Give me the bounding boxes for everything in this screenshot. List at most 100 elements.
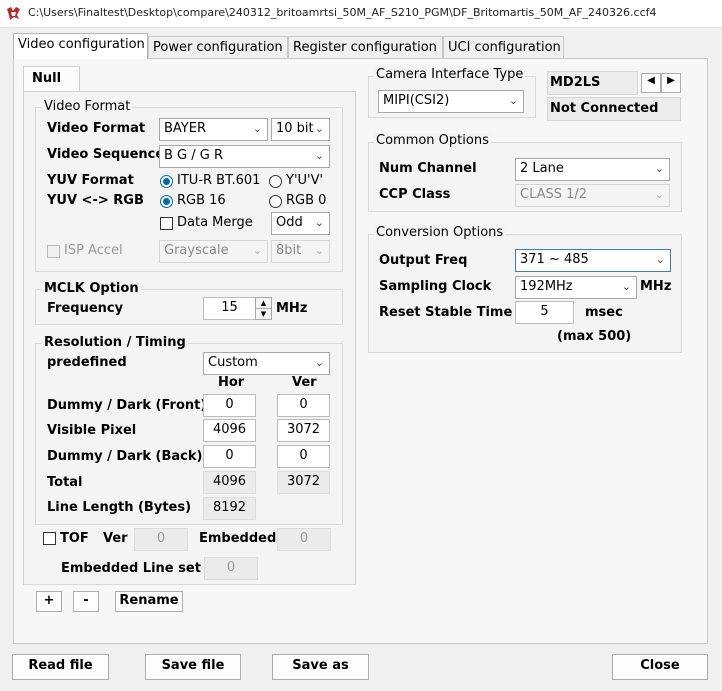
tof-ver-label: Ver	[103, 531, 128, 546]
yuv-rgb-label: YUV <-> RGB	[47, 193, 144, 208]
dummy-front-ver-input[interactable]: 0	[277, 394, 330, 417]
ver-header: Ver	[292, 375, 317, 390]
tab-video-configuration[interactable]: Video configuration	[13, 33, 148, 59]
chevron-down-icon: ⌄	[508, 94, 518, 107]
sampling-clock-select[interactable]: 192MHz ⌄	[515, 276, 637, 299]
total-ver-value: 3072	[277, 471, 330, 494]
line-length-value: 8192	[203, 497, 256, 520]
merge-select[interactable]: Odd ⌄	[271, 212, 330, 235]
subtab-null[interactable]: Null	[23, 66, 80, 91]
visible-pixel-ver-input[interactable]: 3072	[277, 419, 330, 442]
chevron-down-icon: ⌄	[314, 356, 324, 369]
radio-yuv-prime-label: Y'U'V'	[286, 173, 324, 188]
total-label: Total	[47, 475, 83, 490]
window-title: C:\Users\Finaltest\Desktop\compare\24031…	[28, 6, 657, 19]
read-file-button[interactable]: Read file	[12, 654, 109, 680]
predefined-label: predefined	[47, 355, 127, 370]
embedded-value: 0	[277, 528, 331, 551]
tof-label: TOF	[60, 531, 89, 546]
frequency-spinner[interactable]: ▲ ▼	[255, 297, 272, 320]
ccp-class-label: CCP Class	[379, 187, 451, 202]
common-options-group-label: Common Options	[374, 133, 491, 148]
chevron-down-icon: ⌄	[314, 122, 324, 135]
frequency-input[interactable]: 15	[203, 297, 256, 320]
chevron-down-icon: ⌄	[654, 188, 664, 201]
chevron-down-icon: ⌄	[314, 149, 324, 162]
chevron-down-icon: ⌄	[314, 216, 324, 229]
reset-stable-time-input[interactable]: 5	[515, 301, 574, 324]
output-freq-label: Output Freq	[379, 253, 468, 268]
radio-rgb0-label: RGB 0	[286, 193, 327, 208]
radio-yuv-prime[interactable]	[269, 175, 282, 188]
reset-stable-time-label: Reset Stable Time	[379, 305, 513, 320]
embedded-line-set-label: Embedded Line set	[61, 561, 201, 576]
frequency-label: Frequency	[47, 301, 124, 316]
dummy-back-ver-input[interactable]: 0	[277, 445, 330, 468]
chevron-down-icon: ⌄	[654, 162, 664, 175]
video-format-select[interactable]: BAYER ⌄	[159, 118, 268, 141]
next-device-button[interactable]: ▶	[661, 73, 681, 93]
embedded-label: Embedded	[199, 531, 277, 546]
tab-register-configuration[interactable]: Register configuration	[288, 36, 443, 58]
radio-rgb16-label: RGB 16	[177, 193, 226, 208]
embedded-line-set-value: 0	[204, 557, 258, 580]
radio-rgb16[interactable]	[160, 195, 173, 208]
mclk-group-label: MCLK Option	[42, 281, 141, 296]
arrow-right-icon: ▶	[667, 75, 675, 86]
radio-itu-bt601-label: ITU-R BT.601	[177, 173, 261, 188]
isp-mode-select[interactable]: Grayscale ⌄	[159, 240, 268, 263]
line-length-label: Line Length (Bytes)	[47, 500, 192, 515]
radio-itu-bt601[interactable]	[160, 175, 173, 188]
data-merge-checkbox[interactable]	[160, 217, 173, 230]
bit-depth-select[interactable]: 10 bit ⌄	[271, 118, 330, 141]
close-button[interactable]: Close	[612, 654, 708, 680]
video-sequence-label: Video Sequence	[47, 147, 165, 162]
rename-button[interactable]: Rename	[115, 591, 183, 612]
video-sequence-select[interactable]: B G / G R ⌄	[159, 145, 330, 168]
yuv-format-label: YUV Format	[47, 173, 134, 188]
chevron-down-icon: ⌄	[655, 253, 665, 266]
chevron-down-icon: ⌄	[621, 280, 631, 293]
isp-bits-select[interactable]: 8bit ⌄	[271, 240, 330, 263]
tab-uci-configuration[interactable]: UCI configuration	[443, 36, 564, 58]
spin-down-icon[interactable]: ▼	[256, 309, 271, 320]
tof-checkbox[interactable]	[43, 532, 56, 545]
num-channel-label: Num Channel	[379, 161, 477, 176]
radio-rgb0[interactable]	[269, 195, 282, 208]
hor-header: Hor	[218, 375, 245, 390]
data-merge-label: Data Merge	[177, 215, 253, 230]
predefined-select[interactable]: Custom ⌄	[203, 352, 330, 375]
isp-accel-label: ISP Accel	[64, 243, 123, 258]
connection-status: Not Connected	[547, 97, 681, 121]
add-button[interactable]: +	[36, 591, 62, 612]
visible-pixel-hor-input[interactable]: 4096	[203, 419, 256, 442]
chevron-down-icon: ⌄	[252, 122, 262, 135]
spin-up-icon[interactable]: ▲	[256, 298, 271, 309]
dummy-back-hor-input[interactable]: 0	[203, 445, 256, 468]
video-format-group-label: Video Format	[42, 99, 133, 114]
reset-stable-time-unit: msec	[585, 305, 623, 320]
prev-device-button[interactable]: ◀	[641, 73, 661, 93]
remove-button[interactable]: -	[73, 591, 99, 612]
visible-pixel-label: Visible Pixel	[47, 423, 137, 438]
app-icon	[7, 7, 20, 20]
device-name: MD2LS	[547, 71, 638, 95]
tab-power-configuration[interactable]: Power configuration	[148, 36, 288, 58]
save-as-button[interactable]: Save as	[272, 654, 369, 680]
video-format-label: Video Format	[47, 121, 146, 136]
dummy-front-label: Dummy / Dark (Front)	[47, 398, 207, 413]
output-freq-select[interactable]: 371 ~ 485 ⌄	[515, 249, 671, 272]
title-bar: C:\Users\Finaltest\Desktop\compare\24031…	[0, 0, 722, 28]
dummy-front-hor-input[interactable]: 0	[203, 394, 256, 417]
dummy-back-label: Dummy / Dark (Back)	[47, 449, 203, 464]
conversion-options-group-label: Conversion Options	[374, 225, 506, 240]
ccp-class-select[interactable]: CLASS 1/2 ⌄	[515, 184, 670, 207]
isp-accel-checkbox[interactable]	[47, 245, 60, 258]
camera-interface-select[interactable]: MIPI(CSI2) ⌄	[378, 90, 524, 113]
num-channel-select[interactable]: 2 Lane ⌄	[515, 158, 670, 181]
resolution-group-label: Resolution / Timing	[42, 335, 188, 350]
tof-ver-value: 0	[134, 528, 188, 551]
sampling-clock-label: Sampling Clock	[379, 279, 492, 294]
chevron-down-icon: ⌄	[314, 244, 324, 257]
save-file-button[interactable]: Save file	[145, 654, 241, 680]
